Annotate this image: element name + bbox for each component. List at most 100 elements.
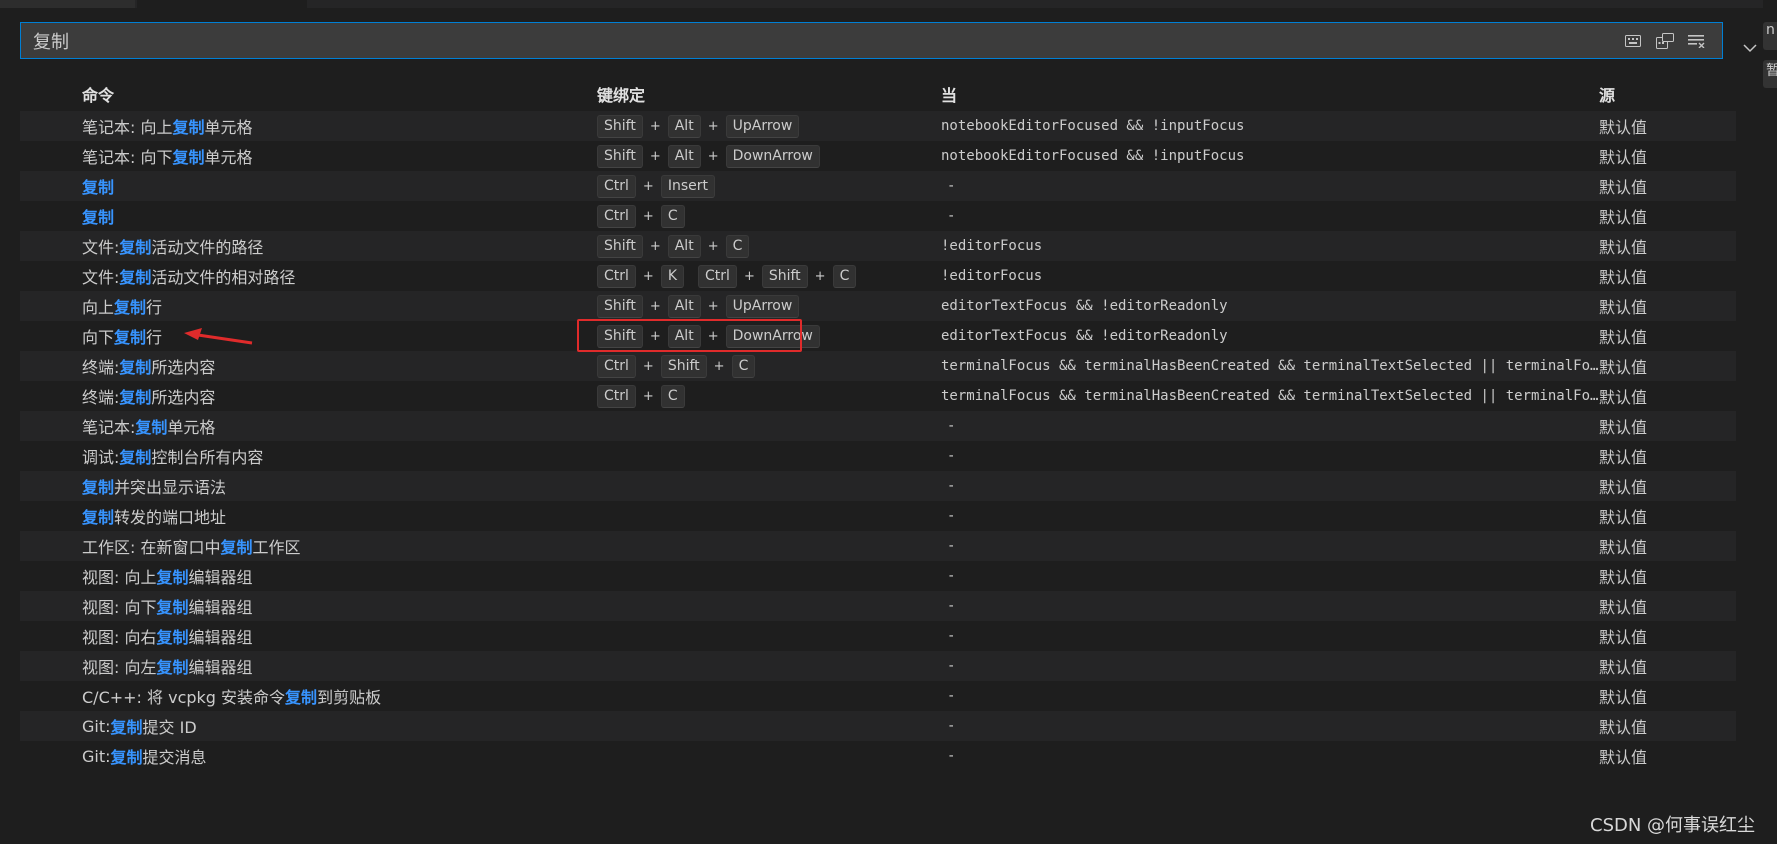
command-text: 视图: 向上 xyxy=(82,568,157,587)
key-label: C xyxy=(660,384,685,408)
command-text: Git: xyxy=(82,716,111,736)
command-text: 工作区: 在新窗口中 xyxy=(82,538,221,557)
column-header-keybinding[interactable]: 键绑定 xyxy=(597,82,645,106)
match-highlight: 复制 xyxy=(119,238,152,257)
table-row[interactable]: 终端: 复制 所选内容 Ctrl + Shift + CterminalFocus && t… xyxy=(20,351,1736,381)
key-label: Ctrl xyxy=(698,264,737,288)
when-expression: - xyxy=(947,688,956,704)
when-expression: notebookEditorFocused && !inputFocus xyxy=(941,118,1245,134)
when-expression: - xyxy=(947,478,956,494)
table-row[interactable]: 终端: 复制 所选内容 Ctrl + CterminalFocus && termina… xyxy=(20,381,1736,411)
command-cell: 向下 复制行 xyxy=(82,321,592,351)
when-cell: - xyxy=(941,741,1606,771)
rail-chip[interactable]: n xyxy=(1763,22,1777,50)
command-text: 向下 xyxy=(82,328,115,347)
source-cell: 默认值 xyxy=(1599,388,1648,407)
match-highlight: 复制 xyxy=(156,568,189,587)
key-label: Alt xyxy=(667,144,701,168)
table-row[interactable]: 复制 Ctrl + C - 默认值 xyxy=(20,201,1736,231)
command-text: 视图: 向下 xyxy=(82,598,157,617)
source-cell: 默认值 xyxy=(1599,568,1648,587)
command-cell: 终端: 复制 所选内容 xyxy=(82,351,592,381)
clear-filter-icon[interactable] xyxy=(1686,30,1708,52)
table-row[interactable]: Git: 复制 提交 ID - 默认值 xyxy=(20,711,1736,741)
table-row[interactable]: 视图: 向上 复制 编辑器组 - 默认值 xyxy=(20,561,1736,591)
table-row[interactable]: 向下 复制行 Shift + Alt + DownArrow editorTextFocus … xyxy=(20,321,1736,351)
match-highlight: 复制 xyxy=(156,628,189,647)
table-row[interactable]: 调试: 复制 控制台所有内容 - 默认值 xyxy=(20,441,1736,471)
keyboard-icon[interactable] xyxy=(1622,30,1644,52)
keybinding-cell: Ctrl + K Ctrl + Shift + C xyxy=(597,261,937,291)
command-text: 行 xyxy=(146,298,163,317)
source-cell: 默认值 xyxy=(1599,628,1648,647)
command-cell: 视图: 向左 复制 编辑器组 xyxy=(82,651,592,681)
column-header-source[interactable]: 源 xyxy=(1599,82,1615,106)
rail-chip[interactable]: 暂 xyxy=(1763,60,1777,88)
table-row[interactable]: 向上 复制行 Shift + Alt + UpArrow editorTextFocus &&… xyxy=(20,291,1736,321)
chevron-down-icon[interactable] xyxy=(1740,38,1760,58)
keybinding-cell: Shift + Alt + UpArrow xyxy=(597,291,937,321)
when-cell: notebookEditorFocused && !inputFocus xyxy=(941,141,1606,171)
table-row[interactable]: 笔记本: 向上 复制 单元格 Shift + Alt + UpArrow notebookEdi… xyxy=(20,111,1736,141)
source-cell: 默认值 xyxy=(1599,208,1648,227)
table-row[interactable]: 复制 并突出显示语法 - 默认值 xyxy=(20,471,1736,501)
command-text: 文件: xyxy=(82,238,120,257)
when-cell: - xyxy=(941,501,1606,531)
table-row[interactable]: Git: 复制 提交消息 - 默认值 xyxy=(20,741,1736,771)
right-rail: n 暂 xyxy=(1763,0,1777,844)
when-expression: terminalFocus && terminalHasBeenCreated … xyxy=(941,358,1606,374)
match-highlight: 复制 xyxy=(172,148,205,167)
command-text: 调试: xyxy=(82,448,120,467)
table-row[interactable]: 视图: 向右 复制 编辑器组 - 默认值 xyxy=(20,621,1736,651)
command-cell: 向上 复制行 xyxy=(82,291,592,321)
keybinding-cell xyxy=(597,561,937,591)
keybinding-cell: Shift + Alt + DownArrow xyxy=(597,141,937,171)
tab-segment[interactable] xyxy=(137,0,307,8)
key-label: Shift xyxy=(761,264,808,288)
search-input[interactable] xyxy=(21,23,1622,58)
keybinding-cell xyxy=(597,651,937,681)
table-row[interactable]: 笔记本: 复制 单元格 - 默认值 xyxy=(20,411,1736,441)
key-separator: + xyxy=(707,148,719,164)
top-tab-strip xyxy=(0,0,1777,8)
key-separator: + xyxy=(707,328,719,344)
match-highlight: 复制 xyxy=(119,448,152,467)
table-row[interactable]: 文件: 复制 活动文件的路径 Shift + Alt + C !editorFocus 默认值 xyxy=(20,231,1736,261)
keybinding-cell: Ctrl + C xyxy=(597,381,937,411)
when-cell: - xyxy=(941,561,1606,591)
key-label: Shift xyxy=(597,144,643,168)
key-label: Alt xyxy=(667,234,701,258)
command-text: 文件: xyxy=(82,268,120,287)
table-row[interactable]: 文件: 复制 活动文件的相对路径 Ctrl + K Ctrl + Shift + C !editor… xyxy=(20,261,1736,291)
table-row[interactable]: 笔记本: 向下 复制 单元格 Shift + Alt + DownArrow notebookE… xyxy=(20,141,1736,171)
key-separator: + xyxy=(649,328,661,344)
table-row[interactable]: 视图: 向下 复制 编辑器组 - 默认值 xyxy=(20,591,1736,621)
match-highlight: 复制 xyxy=(135,418,168,437)
key-label: Shift xyxy=(597,234,643,258)
keybinding-cell xyxy=(597,621,937,651)
key-label: Shift xyxy=(660,354,707,378)
when-cell: - xyxy=(941,411,1606,441)
command-text: 编辑器组 xyxy=(188,598,253,617)
table-row[interactable]: C/C++: 将 vcpkg 安装命令 复制 到剪贴板 - 默认值 xyxy=(20,681,1736,711)
command-text: 终端: xyxy=(82,358,120,377)
record-keys-icon[interactable] xyxy=(1654,30,1676,52)
when-cell: - xyxy=(941,591,1606,621)
table-row[interactable]: 复制 Ctrl + Insert - 默认值 xyxy=(20,171,1736,201)
column-header-command[interactable]: 命令 xyxy=(82,82,114,106)
when-expression: notebookEditorFocused && !inputFocus xyxy=(941,148,1245,164)
keybinding-cell: Shift + Alt + C xyxy=(597,231,937,261)
when-expression: !editorFocus xyxy=(941,238,1043,254)
table-row[interactable]: 复制 转发的端口地址 - 默认值 xyxy=(20,501,1736,531)
column-header-when[interactable]: 当 xyxy=(941,82,957,106)
tab-segment[interactable] xyxy=(0,0,135,8)
key-label: Ctrl xyxy=(597,384,636,408)
match-highlight: 复制 xyxy=(82,208,115,227)
key-label: K xyxy=(660,264,685,288)
command-cell: 笔记本: 向下 复制 单元格 xyxy=(82,141,592,171)
source-cell: 默认值 xyxy=(1599,328,1648,347)
table-row[interactable]: 工作区: 在新窗口中 复制 工作区 - 默认值 xyxy=(20,531,1736,561)
table-row[interactable]: 视图: 向左 复制 编辑器组 - 默认值 xyxy=(20,651,1736,681)
keybindings-search-box xyxy=(20,22,1723,59)
match-highlight: 复制 xyxy=(82,178,115,197)
